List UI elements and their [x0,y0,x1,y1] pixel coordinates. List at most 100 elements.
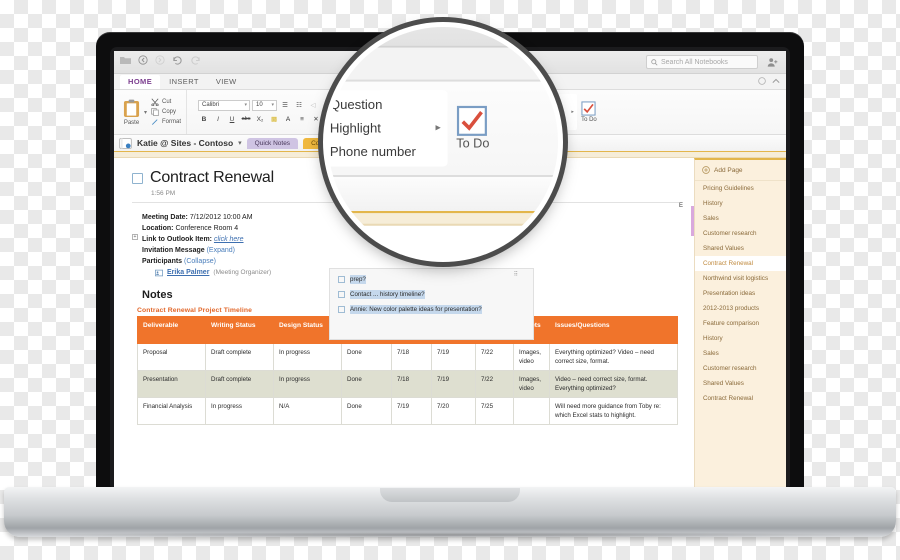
styles-button[interactable]: ✕ [310,114,322,125]
font-size-select[interactable]: 10 ▾ [252,99,278,111]
checkbox-icon[interactable] [338,306,345,313]
share-user-icon[interactable] [767,55,778,73]
note-page[interactable]: Contract Renewal 1:56 PM + Meeting Date:… [328,225,558,257]
page-list-item[interactable]: Sales [695,211,786,226]
underline-button[interactable]: U [226,114,238,125]
note-item[interactable]: prep? [338,275,533,284]
cell[interactable]: Will need more guidance from Toby re: wh… [549,397,678,425]
note-item[interactable]: Annie: New color palette ideas for prese… [338,305,533,314]
cell[interactable]: Done [341,370,392,398]
cell[interactable]: Images, video [513,370,550,398]
cell[interactable]: Financial Analysis [137,397,206,425]
ribbon-tab-strip[interactable]: HOME INSERT VIEW [328,47,558,82]
paragraph-align-button[interactable]: ≡ [296,114,308,125]
quick-tag-to-do-button[interactable]: To Do [581,101,597,123]
cell[interactable]: Images, video [513,343,550,371]
cell[interactable]: Done [341,397,392,425]
page-list-item[interactable]: Customer research [695,361,786,376]
note-text[interactable]: Annie: New color palette ideas for prese… [350,305,482,314]
cell[interactable]: 7/18 [391,370,432,398]
page-list-item[interactable]: History [695,196,786,211]
page-list-item[interactable]: Pricing Guidelines [695,181,786,196]
page-list-item[interactable]: 2012-2013 products [695,301,786,316]
page-list-item[interactable]: Shared Values [695,376,786,391]
cell[interactable]: Presentation [137,370,206,398]
cell[interactable]: Draft complete [205,370,274,398]
cell[interactable]: Done [341,343,392,371]
cut-button[interactable]: Cut [151,98,181,106]
add-page-button[interactable]: Add Page [695,160,786,181]
table-row[interactable]: Proposal Draft complete In progress Done… [137,343,678,371]
cell[interactable]: In progress [273,343,342,371]
quick-tag-to-do-button[interactable]: To Do [456,105,489,152]
page-title[interactable]: Contract Renewal [150,169,274,187]
page-list-item[interactable]: Presentation ideas [695,286,786,301]
cell[interactable]: 7/19 [431,343,476,371]
note-container-handle[interactable]: ⠿ [514,271,519,278]
page-list-pane[interactable]: Add Page Pricing Guidelines History Sale… [694,158,786,487]
invitation-expand-link[interactable]: (Expand) [207,247,235,254]
tag-more-arrow[interactable]: ▸ [429,90,448,166]
cell[interactable]: Draft complete [205,343,274,371]
checkbox-icon[interactable] [338,276,345,283]
cell[interactable]: 7/22 [475,343,514,371]
tag-question[interactable]: ? Question [328,94,422,115]
cell[interactable]: N/A [273,397,342,425]
italic-button[interactable]: I [212,114,224,125]
floating-note-container[interactable]: ⠿ prep? Contact ... history timeline? An… [329,268,534,340]
page-list-item[interactable]: Shared Values [695,241,786,256]
cell[interactable]: 7/25 [475,397,514,425]
note-item[interactable]: Contact ... history timeline? [338,290,533,299]
page-list-item[interactable]: Northwind visit logistics [695,271,786,286]
expand-toggle-icon[interactable]: + [132,234,138,240]
notebook-dropdown-caret[interactable]: ▾ [238,139,242,147]
highlight-color-button[interactable]: ▩ [268,114,280,125]
tab-view[interactable]: VIEW [208,75,245,89]
notebook-bar[interactable]: Katie @ Sites - Contoso ▾ Quick Notes Co… [328,177,558,214]
page-list-item[interactable]: Feature comparison [695,316,786,331]
cell[interactable]: 7/18 [391,343,432,371]
ribbon-controls[interactable] [758,77,780,85]
font-family-select[interactable]: Calibri ▾ [198,99,251,111]
tab-home[interactable]: HOME [120,75,161,89]
cell[interactable]: 7/19 [431,370,476,398]
cell[interactable]: 7/20 [431,397,476,425]
table-row[interactable]: Financial Analysis In progress N/A Done … [137,397,678,425]
bold-button[interactable]: B [198,114,210,125]
th-issues-questions[interactable]: Issues/Questions [549,316,678,344]
strikethrough-button[interactable]: abc [240,114,252,125]
cell[interactable]: 7/19 [391,397,432,425]
participant-name[interactable]: Erika Palmer [167,267,209,278]
cell[interactable]: In progress [205,397,274,425]
page-title-checkbox[interactable] [132,172,143,184]
table-row[interactable]: Presentation Draft complete In progress … [137,370,678,398]
format-painter-button[interactable]: Format [151,118,181,126]
th-deliverable[interactable]: Deliverable [137,316,206,344]
note-text[interactable]: prep? [350,275,366,284]
numbering-button[interactable]: ☷ [293,100,305,111]
tag-phone-number[interactable]: Phone number [328,141,422,162]
notebook-name[interactable]: Katie @ Sites - Contoso [137,138,233,148]
paste-dropdown-caret[interactable]: ▾ [144,109,147,116]
cell[interactable]: Everything optimized? Video – need corre… [549,343,678,371]
page-list-item-active[interactable]: Contract Renewal [695,256,786,271]
bullets-button[interactable]: ☰ [279,100,291,111]
ribbon-home[interactable]: Paste ▾ Cut Copy [328,81,558,178]
participants-collapse-link[interactable]: (Collapse) [184,258,216,265]
tag-highlight[interactable]: Highlight [328,118,422,139]
font-color-button[interactable]: A [282,114,294,125]
cell[interactable]: In progress [273,370,342,398]
page-list-item[interactable]: Contract Renewal [695,391,786,406]
page-list-item[interactable]: Sales [695,346,786,361]
notebook-chip-quick-notes[interactable]: Quick Notes [246,137,299,149]
cell[interactable] [513,397,550,425]
paste-button[interactable]: Paste [123,99,140,126]
cell[interactable]: Video – need correct size, format. Every… [549,370,678,398]
page-list-item[interactable]: History [695,331,786,346]
cell[interactable]: Proposal [137,343,206,371]
page-list-item[interactable]: Customer research [695,226,786,241]
tab-insert[interactable]: INSERT [161,75,207,89]
cell[interactable]: 7/22 [475,370,514,398]
subscript-button[interactable]: X₂ [254,114,266,125]
th-writing-status[interactable]: Writing Status [205,316,274,344]
